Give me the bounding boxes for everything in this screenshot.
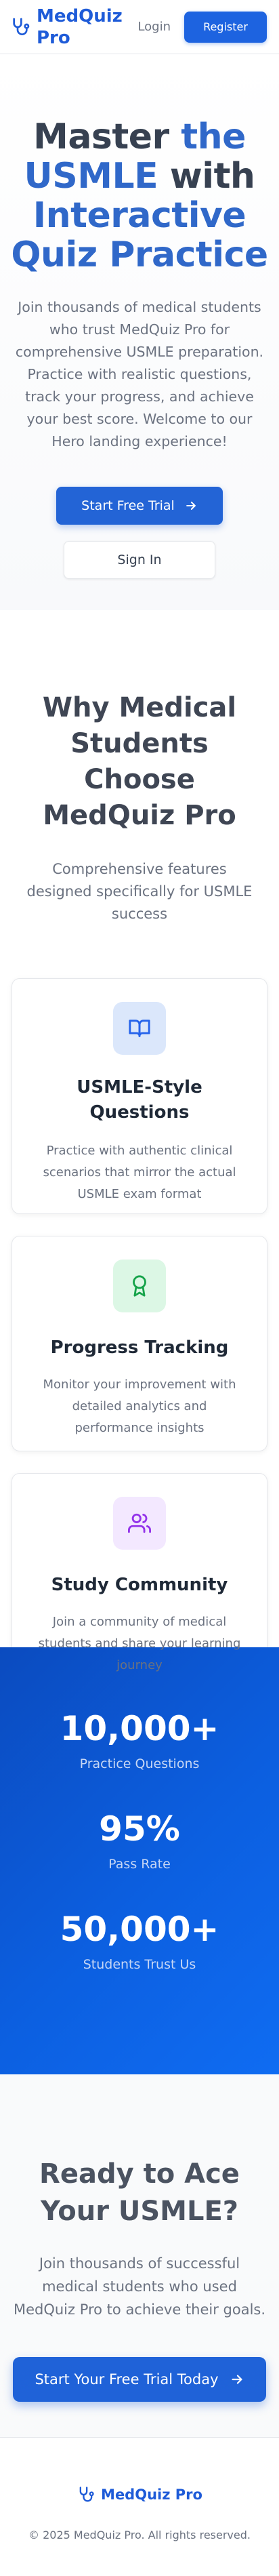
stat-item: 10,000+ Practice Questions bbox=[0, 1708, 279, 1772]
stat-label: Students Trust Us bbox=[83, 1957, 196, 1972]
hero-title-part: with bbox=[158, 156, 255, 197]
stat-value: 10,000+ bbox=[60, 1709, 219, 1748]
features-section: Why Medical Students Choose MedQuiz Pro … bbox=[0, 610, 279, 1689]
site-header: MedQuiz Pro Login Register bbox=[0, 0, 279, 54]
feature-icon-box bbox=[113, 1260, 166, 1312]
stat-label: Practice Questions bbox=[79, 1756, 200, 1771]
register-button[interactable]: Register bbox=[184, 11, 267, 43]
feature-card: USMLE-Style Questions Practice with auth… bbox=[12, 978, 267, 1214]
start-free-trial-label: Start Free Trial bbox=[81, 498, 175, 513]
stethoscope-icon bbox=[13, 18, 30, 35]
cta-section: Ready to Ace Your USMLE? Join thousands … bbox=[0, 2074, 279, 2437]
cta-subtitle: Join thousands of successful medical stu… bbox=[13, 2255, 266, 2318]
hero-section: Master the USMLE with Interactive Quiz P… bbox=[0, 54, 279, 610]
award-icon bbox=[133, 1275, 146, 1297]
users-icon bbox=[128, 1513, 151, 1533]
arrow-right-icon bbox=[231, 2375, 242, 2384]
stat-label: Pass Rate bbox=[108, 1857, 171, 1872]
brand-logo[interactable]: MedQuiz Pro bbox=[9, 5, 123, 49]
start-trial-today-button[interactable]: Start Your Free Trial Today bbox=[13, 2357, 266, 2402]
feature-title: Study Community bbox=[51, 1575, 228, 1595]
hero-title: Master the USMLE with Interactive Quiz P… bbox=[0, 117, 279, 275]
feature-icon-box bbox=[113, 1497, 166, 1550]
feature-cards: USMLE-Style Questions Practice with auth… bbox=[0, 978, 279, 1689]
arrow-right-icon bbox=[186, 502, 196, 510]
hero-subtitle: Join thousands of medical students who t… bbox=[15, 299, 264, 449]
footer-brand[interactable]: MedQuiz Pro bbox=[0, 2485, 279, 2504]
book-open-icon bbox=[129, 1020, 150, 1037]
stat-value: 50,000+ bbox=[60, 1910, 219, 1949]
hero-title-part: the bbox=[181, 117, 246, 157]
login-link[interactable]: Login bbox=[137, 20, 171, 34]
stat-item: 95% Pass Rate bbox=[0, 1809, 279, 1872]
hero-title-part: Master bbox=[33, 117, 181, 157]
cta-title: Ready to Ace Your USMLE? bbox=[39, 2158, 240, 2227]
stats-section: 10,000+ Practice Questions 95% Pass Rate… bbox=[0, 1647, 279, 2074]
site-footer: MedQuiz Pro © 2025 MedQuiz Pro. All righ… bbox=[0, 2437, 279, 2576]
hero-title-part: Quiz Practice bbox=[11, 235, 268, 275]
stat-item: 50,000+ Students Trust Us bbox=[0, 1909, 279, 1973]
header-nav: Login Register bbox=[137, 11, 267, 43]
feature-card: Progress Tracking Monitor your improveme… bbox=[12, 1236, 267, 1451]
feature-icon-box bbox=[113, 1002, 166, 1055]
copyright-text: © 2025 MedQuiz Pro. All rights reserved. bbox=[28, 2529, 251, 2541]
stethoscope-icon bbox=[79, 2487, 94, 2502]
features-subtitle: Comprehensive features designed specific… bbox=[26, 861, 253, 922]
feature-description: Monitor your improvement with detailed a… bbox=[43, 1377, 236, 1435]
brand-name: MedQuiz Pro bbox=[37, 5, 123, 48]
hero-title-part: Interactive bbox=[33, 195, 246, 236]
feature-title: USMLE-Style Questions bbox=[77, 1077, 202, 1123]
feature-title: Progress Tracking bbox=[50, 1337, 229, 1358]
start-trial-today-label: Start Your Free Trial Today bbox=[35, 2371, 219, 2388]
start-free-trial-button[interactable]: Start Free Trial bbox=[56, 487, 223, 525]
features-title: Why Medical Students Choose MedQuiz Pro bbox=[42, 692, 237, 831]
footer-brand-name: MedQuiz Pro bbox=[101, 2487, 202, 2503]
sign-in-button[interactable]: Sign In bbox=[64, 541, 215, 579]
feature-description: Practice with authentic clinical scenari… bbox=[43, 1144, 236, 1201]
hero-title-part: USMLE bbox=[24, 156, 158, 197]
stat-value: 95% bbox=[99, 1809, 180, 1849]
